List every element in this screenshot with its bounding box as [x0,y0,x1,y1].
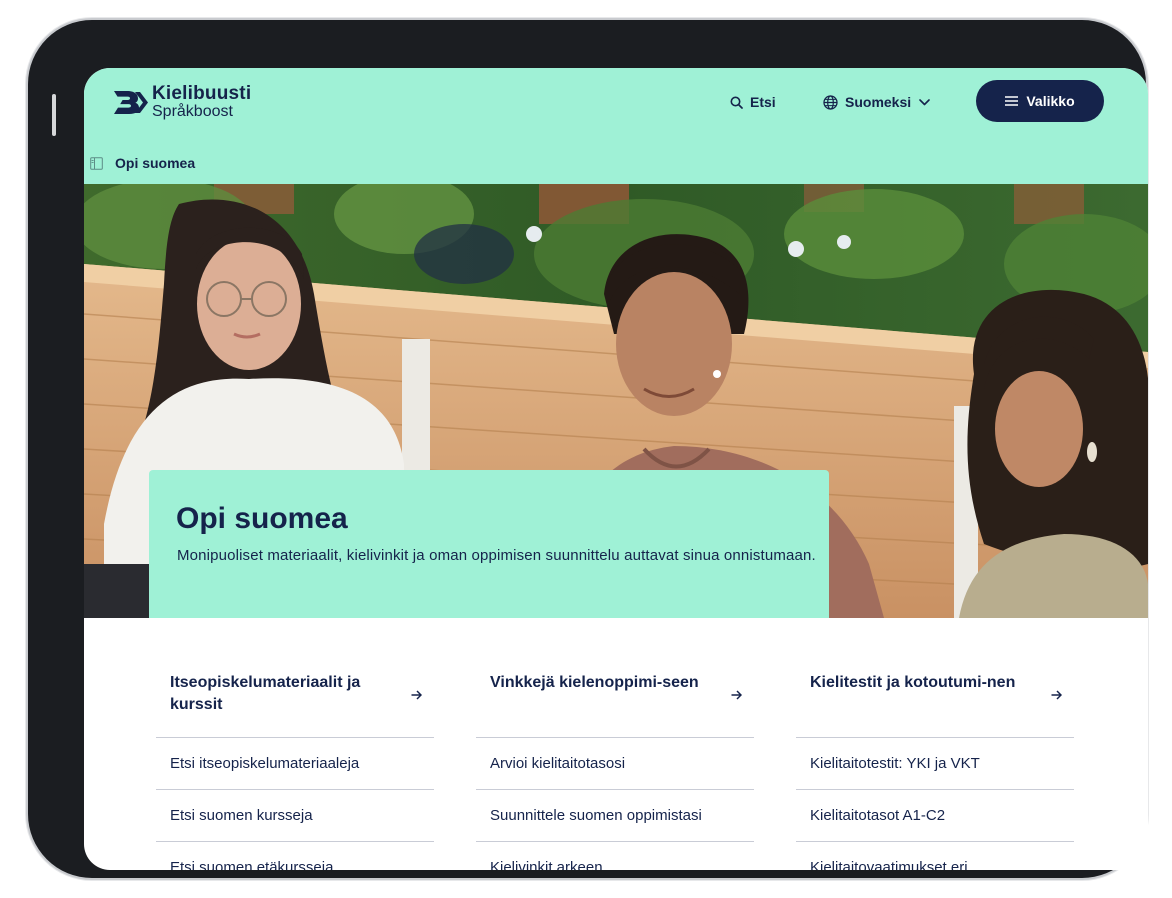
logo-title: Kielibuusti [152,83,252,104]
column-link-label: Etsi suomen kursseja [170,807,313,824]
menu-button[interactable]: Valikko [976,80,1104,122]
language-selector[interactable]: Suomeksi [823,91,930,113]
sidebar-panel-icon [90,156,103,170]
column-link[interactable]: Kielivinkit arkeen [476,842,754,870]
breadcrumb-label: Opi suomea [115,155,196,171]
hero-description: Monipuoliset materiaalit, kielivinkit ja… [177,547,816,564]
search-icon [730,96,743,109]
column-heading-link[interactable]: Vinkkejä kielenoppimi-seen [476,618,754,738]
arrow-right-icon [411,690,422,700]
link-column-language-tests: Kielitestit ja kotoutumi-nen Kielitaitot… [796,618,1074,870]
column-link[interactable]: Etsi suomen etäkursseja [156,842,434,870]
chevron-down-icon [919,98,930,105]
column-link-label: Kielitaitovaatimukset eri [810,859,968,870]
column-link[interactable]: Arvioi kielitaitotasosi [476,738,754,790]
site-header: Kielibuusti Språkboost Etsi Suomeksi Val… [84,68,1148,184]
breadcrumb[interactable]: Opi suomea [90,154,195,172]
column-heading: Itseopiskelumateriaalit ja kurssit [170,674,361,713]
column-link[interactable]: Kielitaitotestit: YKI ja VKT [796,738,1074,790]
column-heading-link[interactable]: Kielitestit ja kotoutumi-nen [796,618,1074,738]
column-heading: Kielitestit ja kotoutumi-nen [810,674,1016,691]
column-link-label: Suunnittele suomen oppimistasi [490,807,702,824]
column-link-label: Arvioi kielitaitotasosi [490,755,626,772]
hero-card: Opi suomea Monipuoliset materiaalit, kie… [149,470,829,618]
site-logo[interactable]: Kielibuusti Språkboost [114,84,251,120]
link-column-self-study: Itseopiskelumateriaalit ja kurssit Etsi … [156,618,434,870]
search-button[interactable]: Etsi [730,91,776,113]
page-title: Opi suomea [176,502,348,535]
globe-icon [823,94,838,110]
kielibuusti-logo-icon [114,91,148,114]
search-label: Etsi [750,94,776,110]
column-link[interactable]: Kielitaitotasot A1-C2 [796,790,1074,842]
column-link-label: Kielitaitotestit: YKI ja VKT [810,755,980,772]
arrow-right-icon [1051,690,1062,700]
column-link[interactable]: Etsi itseopiskelumateriaaleja [156,738,434,790]
column-link[interactable]: Kielitaitovaatimukset eri [796,842,1074,870]
browser-screen: Kielibuusti Språkboost Etsi Suomeksi Val… [84,68,1148,870]
column-heading: Vinkkejä kielenoppimi-seen [490,674,699,691]
column-heading-link[interactable]: Itseopiskelumateriaalit ja kurssit [156,618,434,738]
column-link-label: Etsi itseopiskelumateriaaleja [170,755,360,772]
tablet-side-button [52,94,56,136]
menu-button-label: Valikko [1026,93,1075,109]
tablet-frame: Kielibuusti Språkboost Etsi Suomeksi Val… [28,20,1148,878]
column-link-label: Kielivinkit arkeen [490,859,603,870]
link-column-learning-tips: Vinkkejä kielenoppimi-seen Arvioi kielit… [476,618,754,870]
column-link[interactable]: Etsi suomen kursseja [156,790,434,842]
hero-section: Opi suomea Monipuoliset materiaalit, kie… [84,184,1148,618]
language-label: Suomeksi [845,94,912,110]
column-link-label: Etsi suomen etäkursseja [170,859,334,870]
column-link-label: Kielitaitotasot A1-C2 [810,807,946,824]
column-link[interactable]: Suunnittele suomen oppimistasi [476,790,754,842]
logo-subtitle: Språkboost [152,103,233,120]
hamburger-icon [1005,96,1019,106]
arrow-right-icon [731,690,742,700]
